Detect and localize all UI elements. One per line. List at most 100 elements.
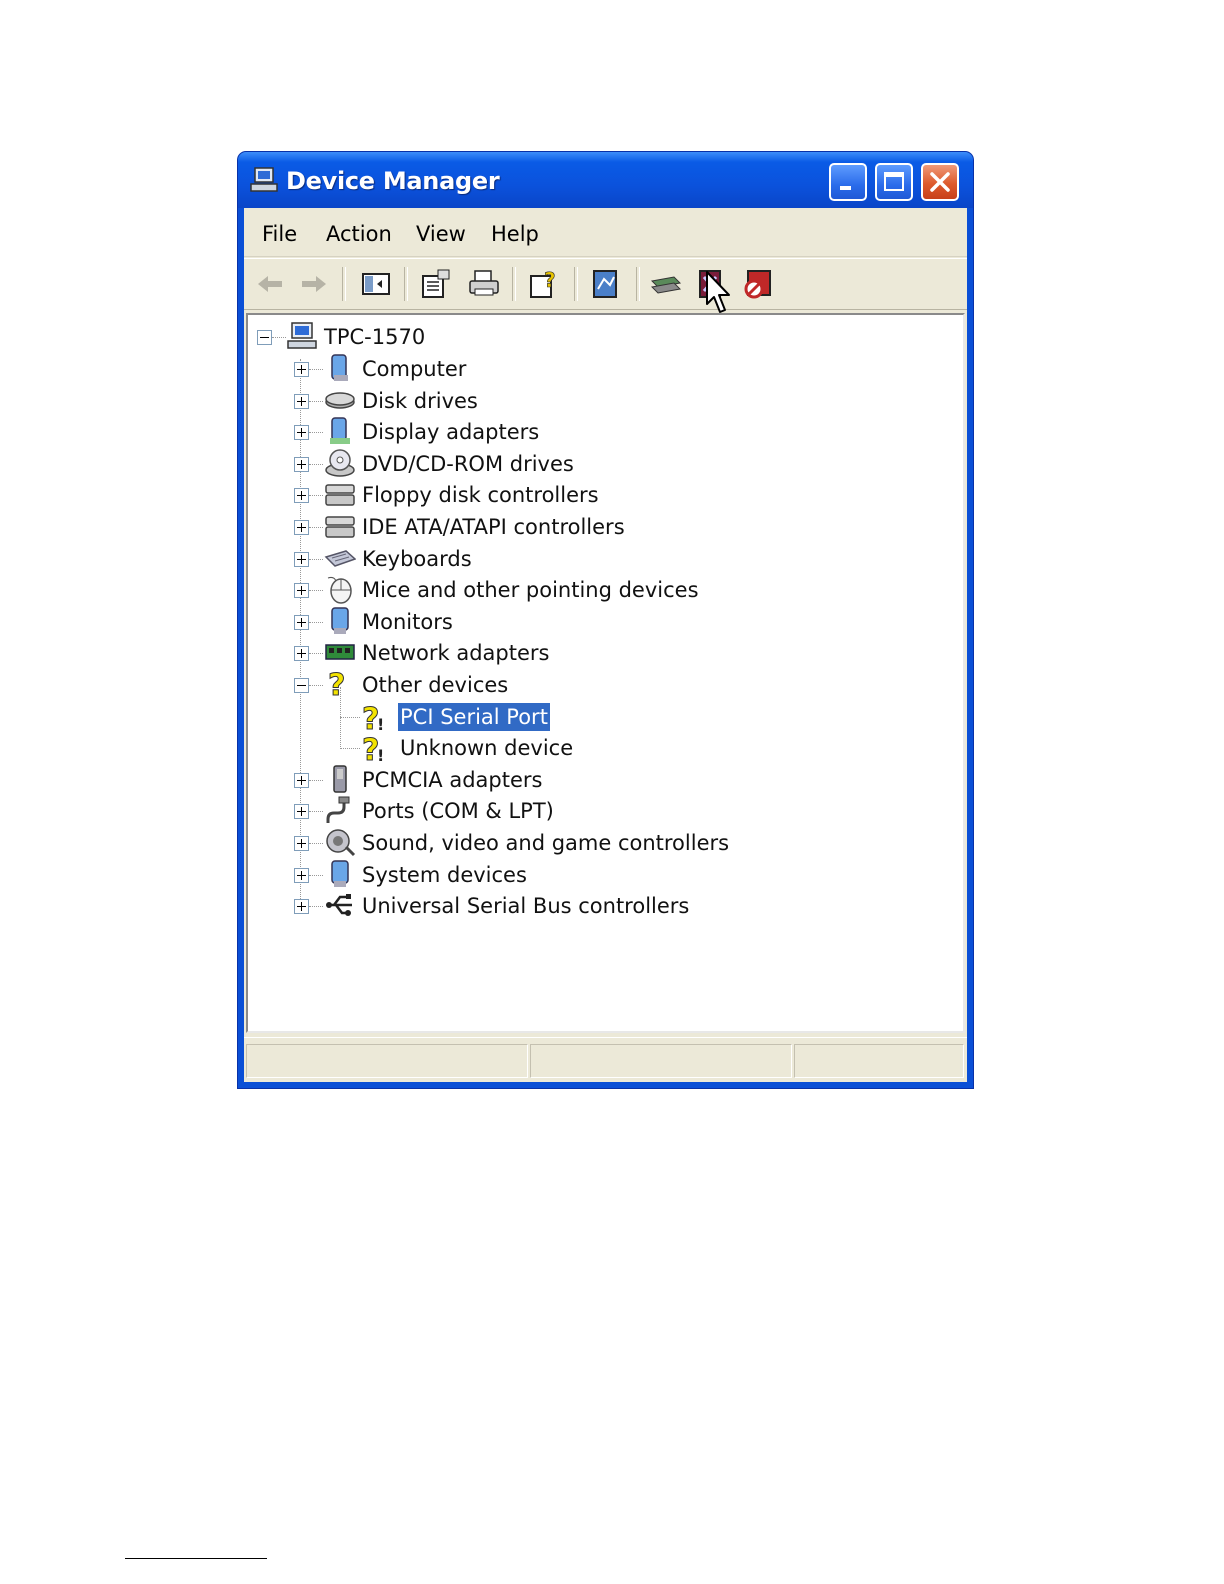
maximize-icon xyxy=(884,172,904,191)
show-hide-console-tree-button[interactable] xyxy=(358,267,394,301)
menu-bar: File Action View Help xyxy=(244,208,967,257)
tree-category-row[interactable]: System devices xyxy=(248,859,948,891)
tree-category-label: Network adapters xyxy=(362,641,550,666)
toolbar-separator xyxy=(574,267,578,301)
window-body: File Action View Help ? TPC-1570 Compute… xyxy=(244,208,967,1082)
expand-toggle[interactable] xyxy=(294,804,309,820)
collapse-toggle[interactable] xyxy=(294,678,309,693)
tree-category-row[interactable]: Disk drives xyxy=(248,387,948,417)
sound-controller-icon xyxy=(324,827,356,857)
tree-category-label: PCMCIA adapters xyxy=(362,767,543,792)
tree-connector xyxy=(340,716,360,718)
tree-category-row[interactable]: Floppy disk controllers xyxy=(248,481,948,511)
menu-view[interactable]: View xyxy=(416,222,466,246)
maximize-button[interactable] xyxy=(875,163,913,201)
tree-category-label: Disk drives xyxy=(362,388,478,413)
expand-toggle[interactable] xyxy=(294,614,309,630)
keyboard-icon xyxy=(324,543,357,573)
tree-connector xyxy=(309,400,323,402)
toolbar: ? xyxy=(244,258,967,310)
menu-action[interactable]: Action xyxy=(326,222,392,246)
tree-device-label: Unknown device xyxy=(400,736,574,761)
tree-category-row[interactable]: ? Other devices xyxy=(248,668,948,704)
tree-category-row[interactable]: Display adapters xyxy=(248,417,948,448)
properties-button[interactable] xyxy=(418,267,454,301)
tree-connector xyxy=(309,906,323,908)
tree-connector xyxy=(309,463,323,465)
properties-icon xyxy=(422,269,450,298)
tree-connector xyxy=(309,558,323,560)
warning-icon: ?! xyxy=(360,701,392,737)
help-button[interactable]: ? xyxy=(526,267,562,301)
tree-category-row[interactable]: PCMCIA adapters xyxy=(248,764,948,796)
expand-toggle[interactable] xyxy=(294,488,309,504)
usb-icon xyxy=(324,890,356,920)
expand-toggle[interactable] xyxy=(294,899,309,915)
tree-category-row[interactable]: Sound, video and game controllers xyxy=(248,829,948,859)
expand-toggle[interactable] xyxy=(294,551,309,567)
update-driver-button[interactable] xyxy=(648,267,684,301)
tree-device-row[interactable]: ?! Unknown device xyxy=(248,732,948,769)
dvd-drive-icon xyxy=(324,448,356,478)
toolbar-separator xyxy=(342,267,346,301)
pcmcia-adapter-icon xyxy=(324,764,356,794)
computer-icon xyxy=(324,353,356,383)
unknown-device-icon: ? xyxy=(324,668,356,704)
expand-toggle[interactable] xyxy=(294,583,309,599)
title-bar[interactable]: Device Manager xyxy=(238,152,973,208)
menu-file[interactable]: File xyxy=(262,222,297,246)
expand-toggle[interactable] xyxy=(294,456,309,472)
expand-toggle[interactable] xyxy=(294,393,309,409)
tree-connector xyxy=(309,621,323,623)
warning-icon: ?! xyxy=(360,732,392,769)
tree-connector xyxy=(309,685,323,686)
tree-category-row[interactable]: Universal Serial Bus controllers xyxy=(248,892,948,922)
footnote-rule xyxy=(125,1558,267,1559)
collapse-toggle[interactable] xyxy=(257,330,272,345)
tree-category-label: Universal Serial Bus controllers xyxy=(362,894,690,919)
tree-root[interactable]: TPC-1570 xyxy=(248,321,948,353)
expand-toggle[interactable] xyxy=(294,520,309,535)
minimize-button[interactable] xyxy=(829,163,867,201)
tree-device-row[interactable]: ?! PCI Serial Port xyxy=(248,701,948,737)
port-icon xyxy=(324,795,356,825)
forward-arrow-icon xyxy=(302,276,326,292)
tree-category-row[interactable]: Ports (COM & LPT) xyxy=(248,795,948,827)
tree-category-label: Mice and other pointing devices xyxy=(362,578,699,603)
mouse-icon xyxy=(324,574,356,604)
back-button[interactable] xyxy=(252,267,288,301)
expand-toggle[interactable] xyxy=(294,362,309,377)
disable-button[interactable] xyxy=(740,267,776,301)
tree-category-row[interactable]: Network adapters xyxy=(248,639,948,669)
close-button[interactable] xyxy=(921,163,959,201)
tree-category-label: Sound, video and game controllers xyxy=(362,831,730,855)
tree-category-label: Other devices xyxy=(362,673,509,697)
tree-category-row[interactable]: Computer xyxy=(248,353,948,385)
expand-toggle[interactable] xyxy=(294,425,309,441)
expand-toggle[interactable] xyxy=(294,836,309,851)
computer-icon xyxy=(286,321,318,351)
menu-help[interactable]: Help xyxy=(491,222,539,246)
print-button[interactable] xyxy=(466,267,502,301)
tree-connector xyxy=(309,843,323,844)
svg-text:!: ! xyxy=(377,746,384,762)
expand-toggle[interactable] xyxy=(294,867,309,883)
tree-category-row[interactable]: DVD/CD-ROM drives xyxy=(248,448,948,480)
monitor-icon xyxy=(324,606,356,636)
expand-toggle[interactable] xyxy=(294,772,309,788)
tree-category-label: Keyboards xyxy=(362,546,472,571)
tree-category-row[interactable]: Mice and other pointing devices xyxy=(248,576,948,606)
disk-drive-icon xyxy=(324,385,356,415)
tree-connector xyxy=(309,779,323,781)
tree-category-row[interactable]: Keyboards xyxy=(248,545,948,575)
forward-button[interactable] xyxy=(296,267,332,301)
tree-connector xyxy=(309,495,323,497)
expand-toggle[interactable] xyxy=(294,646,309,662)
device-tree[interactable]: TPC-1570 Computer Disk drives Display adap… xyxy=(246,313,965,1033)
tree-category-label: Floppy disk controllers xyxy=(362,483,599,508)
tree-category-row[interactable]: Monitors xyxy=(248,606,948,638)
tree-category-row[interactable]: IDE ATA/ATAPI controllers xyxy=(248,513,948,543)
scan-hardware-button[interactable] xyxy=(588,267,624,301)
tree-connector xyxy=(309,811,323,813)
toolbar-separator xyxy=(404,267,408,301)
